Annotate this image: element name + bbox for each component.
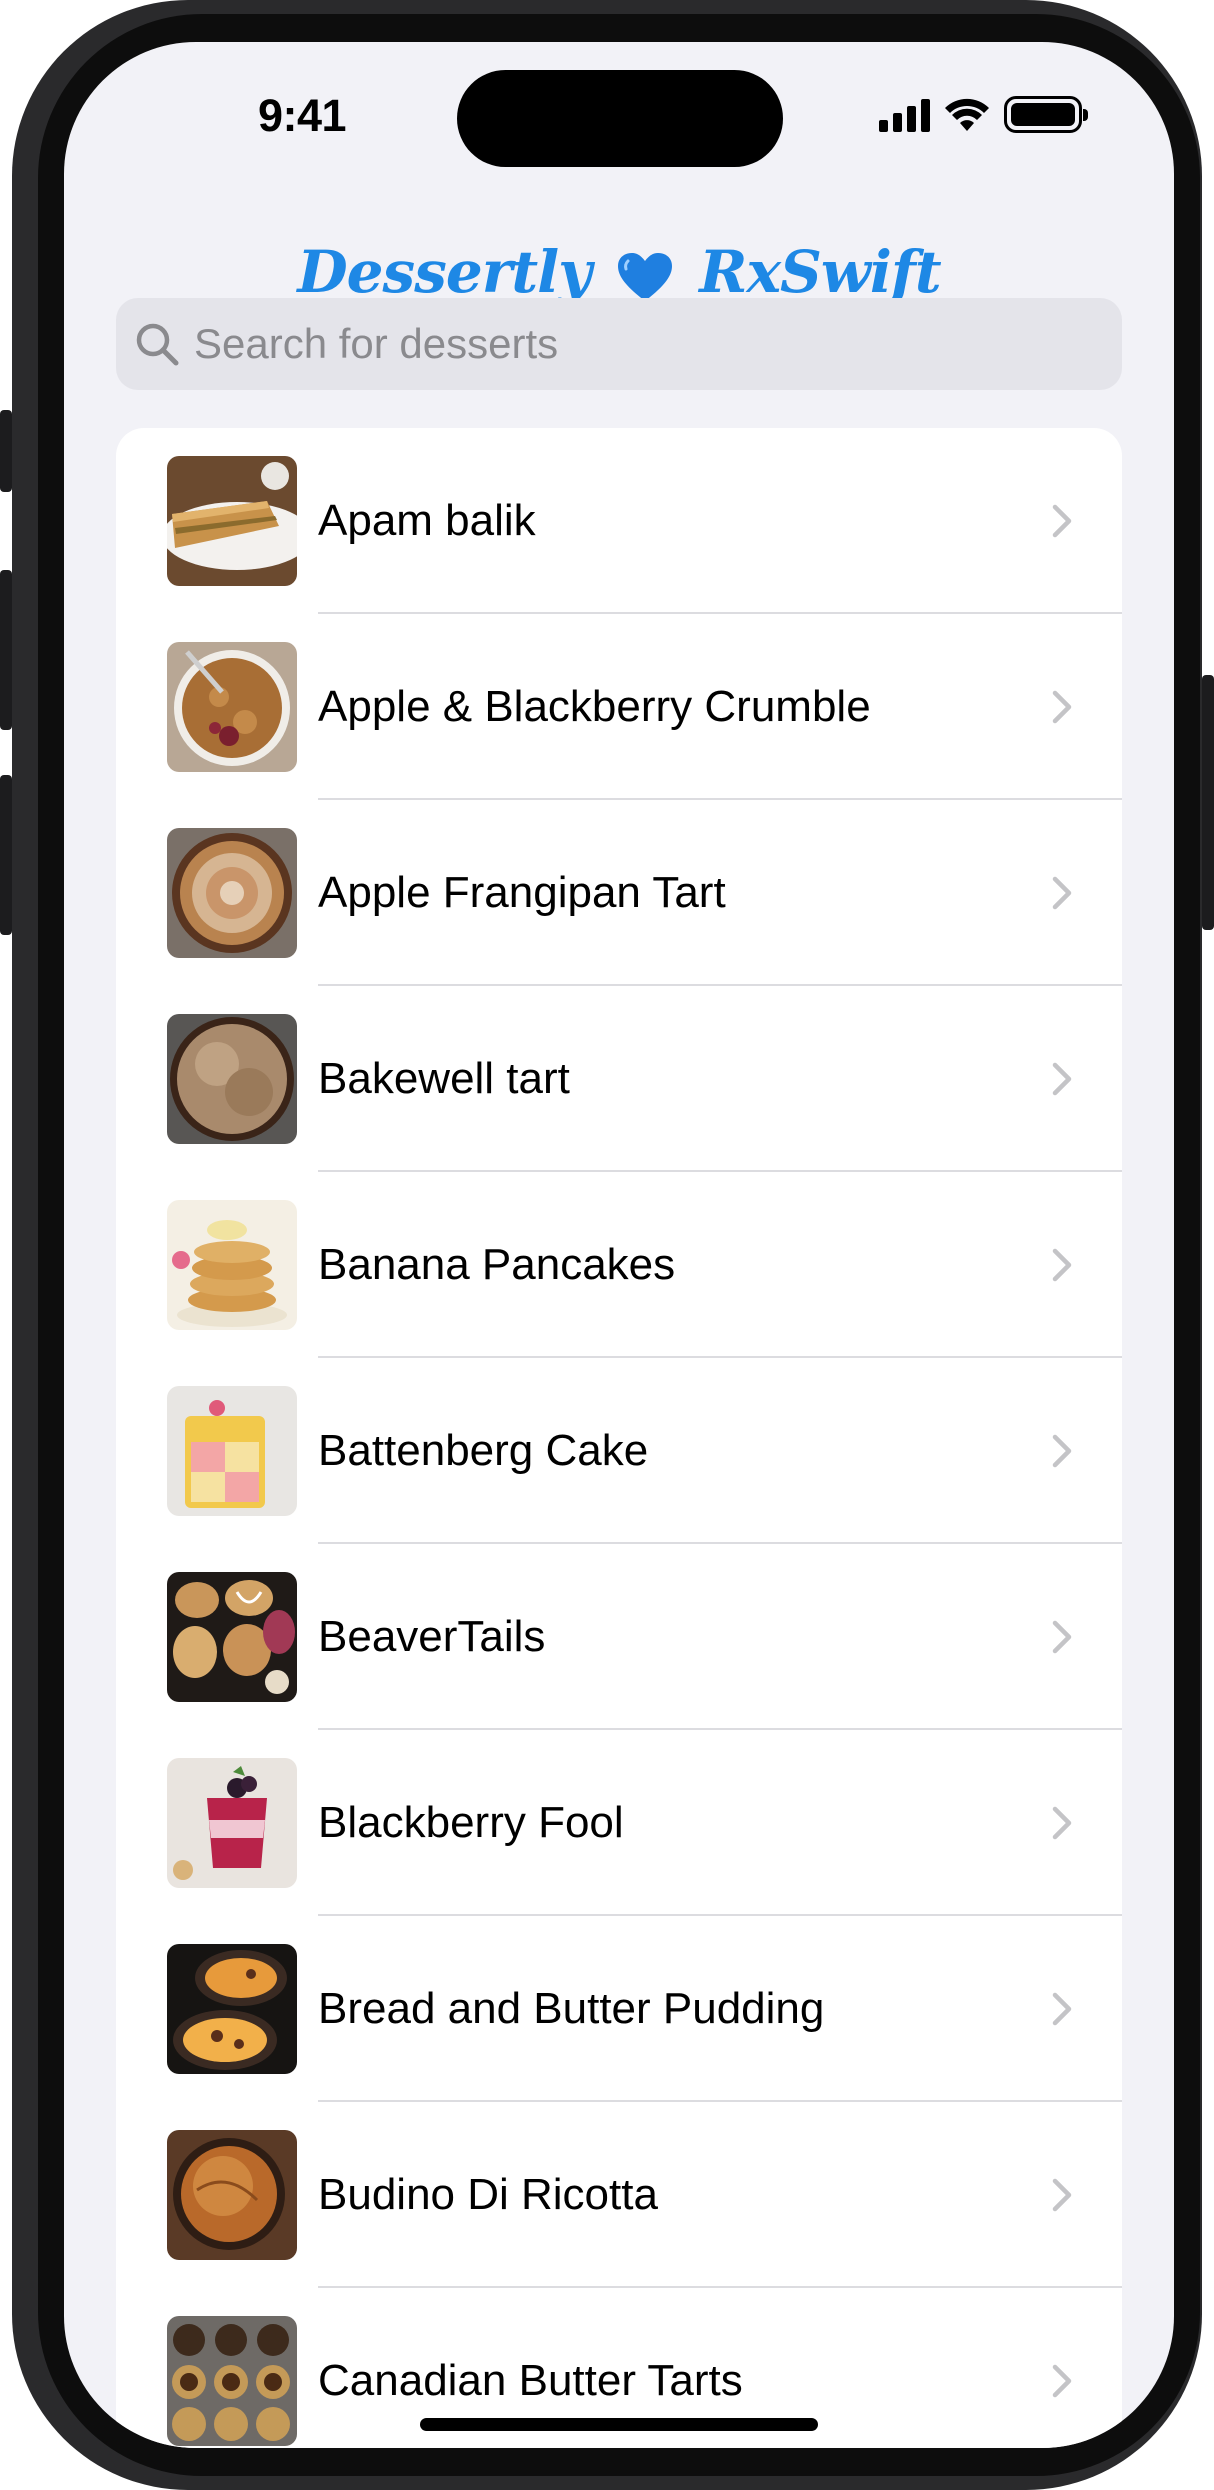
dessert-name: Banana Pancakes xyxy=(318,1240,676,1289)
dessert-thumbnail xyxy=(167,828,297,958)
volume-down-button[interactable] xyxy=(0,775,12,935)
chevron-right-icon xyxy=(1052,1434,1072,1468)
dessert-thumbnail xyxy=(167,1014,297,1144)
dessert-name: Apple Frangipan Tart xyxy=(318,868,726,917)
status-icons xyxy=(879,96,1088,133)
dessert-name: Bread and Butter Pudding xyxy=(318,1984,825,2033)
list-item[interactable]: Bread and Butter Pudding xyxy=(116,1916,1122,2102)
dessert-name: Budino Di Ricotta xyxy=(318,2170,658,2219)
chevron-right-icon xyxy=(1052,1806,1072,1840)
home-indicator[interactable] xyxy=(420,2418,818,2431)
title-left: Dessertly xyxy=(297,238,591,306)
list-item[interactable]: Budino Di Ricotta xyxy=(116,2102,1122,2288)
list-item[interactable]: Bakewell tart xyxy=(116,986,1122,1172)
dynamic-island xyxy=(457,70,783,167)
volume-up-button[interactable] xyxy=(0,570,12,730)
dessert-name: Blackberry Fool xyxy=(318,1798,624,1847)
list-item[interactable]: Battenberg Cake xyxy=(116,1358,1122,1544)
list-item[interactable]: Banana Pancakes xyxy=(116,1172,1122,1358)
status-time: 9:41 xyxy=(257,90,347,141)
phone-frame: 9:41 Dessertly RxSwift Search for desser… xyxy=(12,0,1202,2490)
chevron-right-icon xyxy=(1052,504,1072,538)
dessert-thumbnail xyxy=(167,1758,297,1888)
dessert-thumbnail xyxy=(167,1386,297,1516)
dessert-thumbnail xyxy=(167,1572,297,1702)
dessert-name: Apam balik xyxy=(318,496,536,545)
list-item[interactable]: Apple Frangipan Tart xyxy=(116,800,1122,986)
dessert-thumbnail xyxy=(167,456,297,586)
app-title: Dessertly RxSwift xyxy=(64,238,1174,306)
battery-icon xyxy=(1004,96,1088,133)
search-bar[interactable] xyxy=(116,298,1122,390)
chevron-right-icon xyxy=(1052,1248,1072,1282)
dessert-name: Apple & Blackberry Crumble xyxy=(318,682,871,731)
search-icon xyxy=(136,323,179,366)
silent-switch[interactable] xyxy=(0,410,12,492)
chevron-right-icon xyxy=(1052,2364,1072,2398)
blue-heart-icon xyxy=(618,253,673,301)
wifi-icon xyxy=(945,98,989,131)
dessert-thumbnail xyxy=(167,642,297,772)
dessert-thumbnail xyxy=(167,2130,297,2260)
list-item[interactable]: Blackberry Fool xyxy=(116,1730,1122,1916)
dessert-name: BeaverTails xyxy=(318,1612,546,1661)
chevron-right-icon xyxy=(1052,876,1072,910)
screen: 9:41 Dessertly RxSwift Search for desser… xyxy=(64,42,1174,2448)
chevron-right-icon xyxy=(1052,1992,1072,2026)
chevron-right-icon xyxy=(1052,690,1072,724)
cellular-signal-icon xyxy=(879,98,930,132)
list-item[interactable]: BeaverTails xyxy=(116,1544,1122,1730)
dessert-thumbnail xyxy=(167,1200,297,1330)
power-button[interactable] xyxy=(1202,675,1214,930)
dessert-list: Apam balik Apple & Blackberry Crumble Ap… xyxy=(116,428,1122,2448)
title-right: RxSwift xyxy=(699,238,941,306)
dessert-thumbnail xyxy=(167,1944,297,2074)
dessert-name: Bakewell tart xyxy=(318,1054,570,1103)
chevron-right-icon xyxy=(1052,2178,1072,2212)
list-item[interactable]: Apam balik xyxy=(116,428,1122,614)
dessert-thumbnail xyxy=(167,2316,297,2446)
dessert-name: Battenberg Cake xyxy=(318,1426,649,1475)
chevron-right-icon xyxy=(1052,1062,1072,1096)
search-input[interactable] xyxy=(194,320,1094,368)
chevron-right-icon xyxy=(1052,1620,1072,1654)
list-item[interactable]: Apple & Blackberry Crumble xyxy=(116,614,1122,800)
